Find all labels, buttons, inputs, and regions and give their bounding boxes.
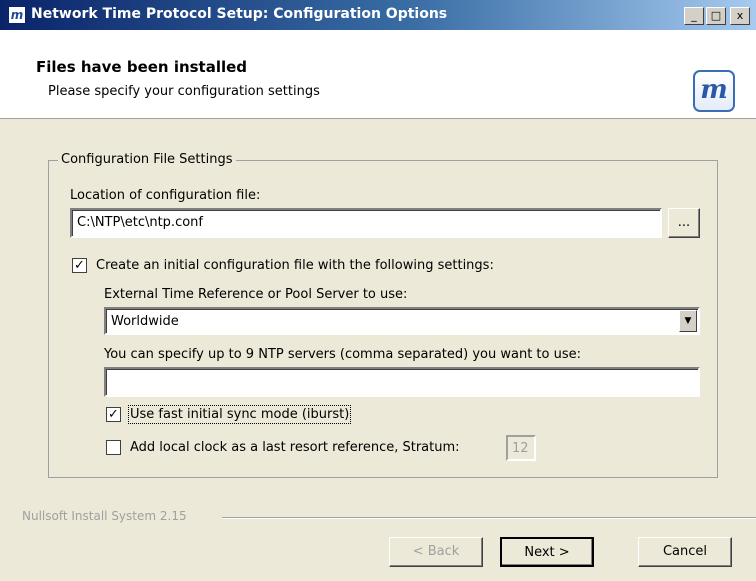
footer-divider	[222, 517, 756, 519]
cancel-button[interactable]: Cancel	[638, 537, 732, 567]
local-clock-checkbox[interactable]	[106, 440, 121, 455]
server-label: External Time Reference or Pool Server t…	[104, 287, 408, 302]
page-title: Files have been installed	[36, 58, 248, 76]
nsis-branding: Nullsoft Install System 2.15	[22, 509, 187, 523]
next-button[interactable]: Next >	[500, 537, 594, 567]
ntp-servers-input[interactable]	[104, 367, 700, 397]
server-selected-value: Worldwide	[111, 314, 179, 329]
page-subtitle: Please specify your configuration settin…	[48, 84, 320, 99]
iburst-label[interactable]: Use fast initial sync mode (iburst)	[127, 405, 352, 424]
title-bar[interactable]: m Network Time Protocol Setup: Configura…	[0, 0, 756, 30]
minimize-button[interactable]: _	[684, 7, 704, 25]
maximize-button[interactable]: □	[706, 7, 726, 25]
browse-button[interactable]: ...	[668, 208, 700, 238]
server-dropdown[interactable]: Worldwide ▼	[104, 307, 700, 335]
close-button[interactable]: x	[730, 7, 750, 25]
wizard-header: Files have been installed Please specify…	[0, 30, 756, 119]
nsis-logo-icon: m	[693, 70, 735, 112]
create-config-checkbox[interactable]: ✓	[72, 258, 87, 273]
local-clock-label[interactable]: Add local clock as a last resort referen…	[130, 440, 460, 455]
window-title: Network Time Protocol Setup: Configurati…	[31, 6, 448, 22]
back-button[interactable]: < Back	[389, 537, 483, 567]
chevron-down-icon[interactable]: ▼	[679, 310, 697, 332]
stratum-input[interactable]: 12	[506, 435, 536, 461]
config-location-input[interactable]: C:\NTP\etc\ntp.conf	[70, 208, 662, 238]
config-location-label: Location of configuration file:	[70, 188, 261, 203]
create-config-label[interactable]: Create an initial configuration file wit…	[96, 258, 494, 273]
iburst-checkbox[interactable]: ✓	[106, 407, 121, 422]
group-legend: Configuration File Settings	[58, 152, 236, 167]
ntp-servers-label: You can specify up to 9 NTP servers (com…	[104, 347, 581, 362]
app-icon[interactable]: m	[8, 6, 26, 24]
